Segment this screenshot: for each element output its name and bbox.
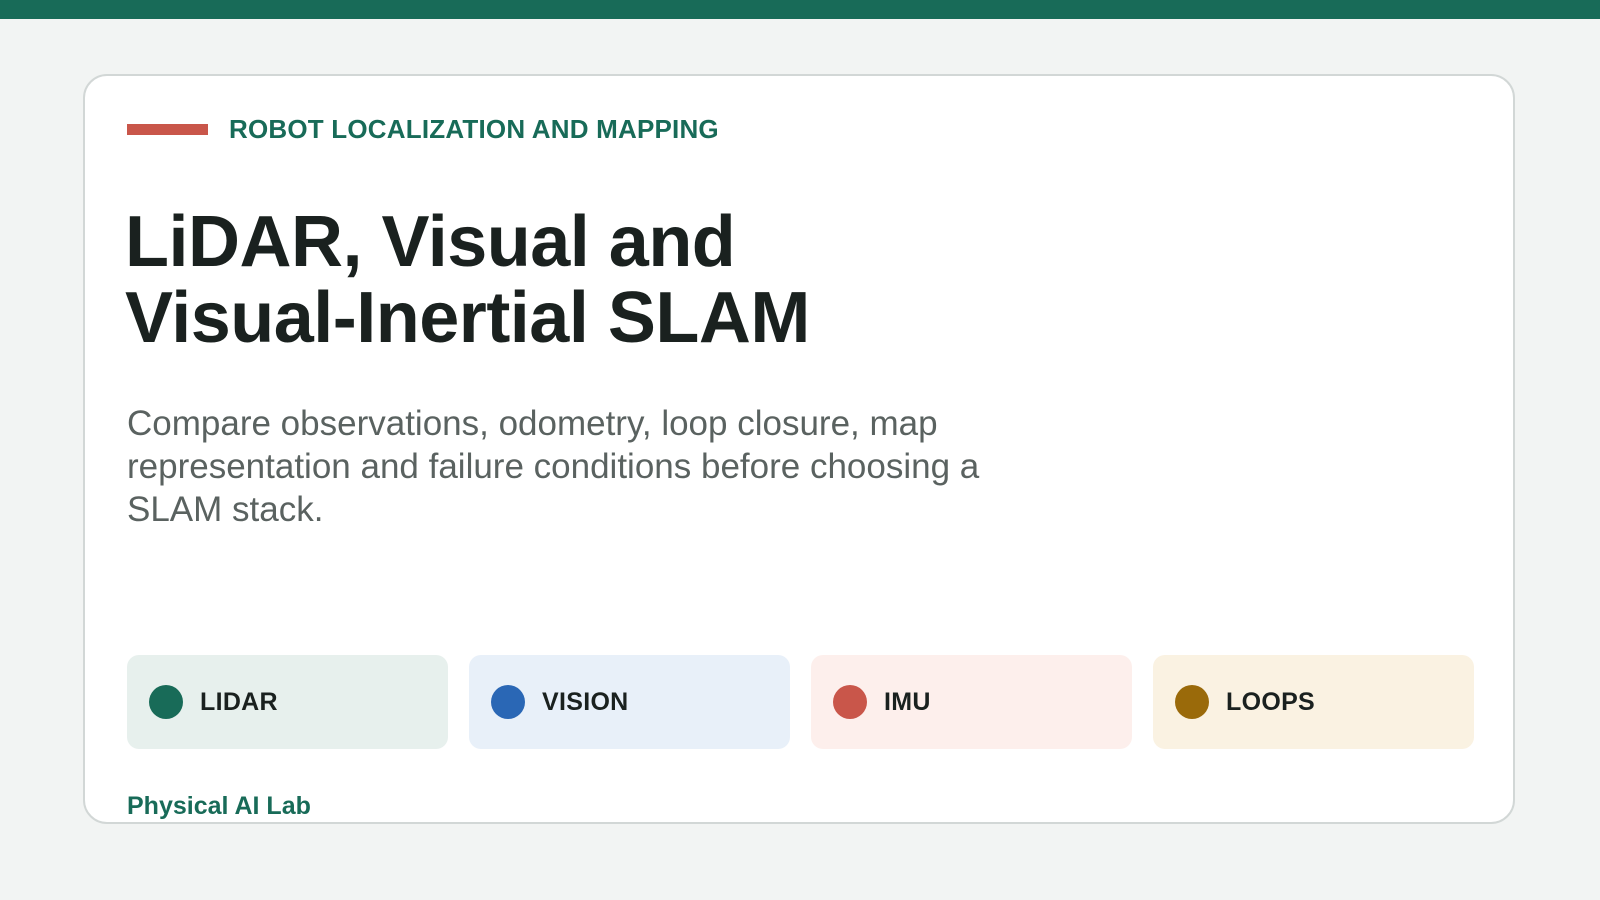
lidar-dot-icon [149,685,183,719]
imu-dot-icon [833,685,867,719]
tag-label: LIDAR [200,687,278,716]
page-subtitle: Compare observations, odometry, loop clo… [127,404,980,529]
footer-brand: Physical AI Lab [127,792,311,820]
tag-imu: IMU [811,655,1132,749]
tag-label: VISION [542,687,629,716]
eyebrow-accent-rule [127,124,208,135]
tag-label: LOOPS [1226,687,1316,716]
top-accent-bar [0,0,1600,19]
eyebrow-label: ROBOT LOCALIZATION AND MAPPING [229,114,719,144]
vision-dot-icon [491,685,525,719]
topic-tags: LIDAR VISION IMU LOOPS [127,655,1474,749]
tag-loops: LOOPS [1153,655,1474,749]
tag-lidar: LIDAR [127,655,448,749]
page-title: LiDAR, Visual and Visual-Inertial SLAM [125,202,810,358]
tag-vision: VISION [469,655,790,749]
tag-label: IMU [884,687,931,716]
loops-dot-icon [1175,685,1209,719]
slide-card: ROBOT LOCALIZATION AND MAPPING LiDAR, Vi… [83,74,1515,824]
eyebrow: ROBOT LOCALIZATION AND MAPPING [127,114,719,145]
